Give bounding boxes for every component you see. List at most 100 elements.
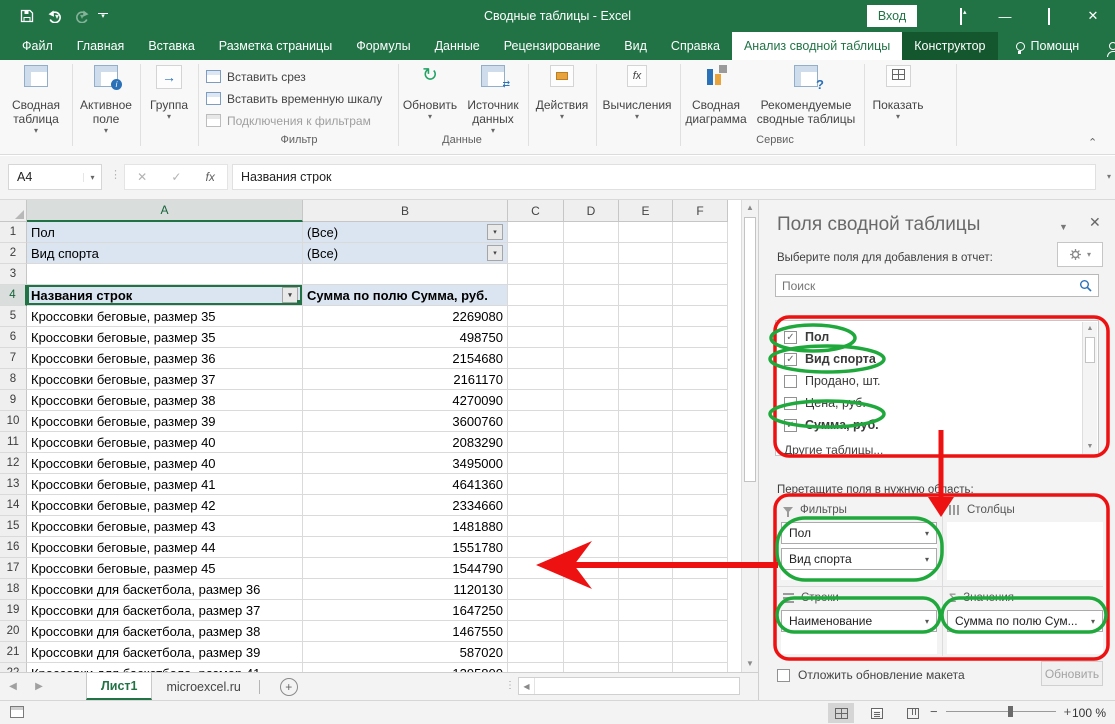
pane-close-icon[interactable]: ✕ bbox=[1089, 214, 1101, 231]
row-header-13[interactable]: 13 bbox=[0, 474, 27, 495]
grid-cell[interactable] bbox=[508, 390, 564, 411]
page-layout-view-button[interactable] bbox=[864, 703, 890, 723]
grid-cell[interactable] bbox=[673, 537, 728, 558]
filter-dropdown-button[interactable]: ▾ bbox=[487, 224, 503, 240]
filters-area[interactable]: Пол▾Вид спорта▾ bbox=[781, 522, 937, 580]
grid-cell[interactable] bbox=[564, 432, 619, 453]
row-header-20[interactable]: 20 bbox=[0, 621, 27, 642]
grid-cell[interactable]: Кроссовки беговые, размер 39 bbox=[27, 411, 303, 432]
grid-cell[interactable] bbox=[508, 222, 564, 243]
field-checkbox[interactable]: ✓ bbox=[784, 353, 797, 366]
grid-cell[interactable]: Кроссовки для баскетбола, размер 41 bbox=[27, 663, 303, 672]
grid-cell[interactable] bbox=[564, 327, 619, 348]
grid-cell[interactable] bbox=[564, 390, 619, 411]
grid-cell[interactable]: 2161170 bbox=[303, 369, 508, 390]
tab-Общий доступ[interactable]: Общий доступ bbox=[1097, 32, 1115, 60]
chevron-down-icon[interactable]: ▾ bbox=[918, 529, 936, 538]
row-header-5[interactable]: 5 bbox=[0, 306, 27, 327]
grid-cell[interactable] bbox=[508, 516, 564, 537]
grid-cell[interactable]: Кроссовки беговые, размер 41 bbox=[27, 474, 303, 495]
column-header-F[interactable]: F bbox=[673, 200, 728, 222]
grid-cell[interactable]: 1551780 bbox=[303, 537, 508, 558]
tab-Данные[interactable]: Данные bbox=[423, 32, 492, 60]
column-header-A[interactable]: A bbox=[27, 200, 303, 222]
grid-cell[interactable]: Кроссовки для баскетбола, размер 39 bbox=[27, 642, 303, 663]
grid-cell[interactable] bbox=[673, 432, 728, 453]
grid-cell[interactable]: Кроссовки беговые, размер 35 bbox=[27, 306, 303, 327]
grid-cell[interactable]: Кроссовки беговые, размер 35 bbox=[27, 327, 303, 348]
cancel-icon[interactable]: ✕ bbox=[137, 170, 147, 184]
grid-cell[interactable] bbox=[564, 621, 619, 642]
tab-Вид[interactable]: Вид bbox=[612, 32, 659, 60]
tab-Справка[interactable]: Справка bbox=[659, 32, 732, 60]
grid-cell[interactable] bbox=[564, 369, 619, 390]
grid-cell[interactable] bbox=[564, 579, 619, 600]
grid-cell[interactable]: Пол bbox=[27, 222, 303, 243]
show-button[interactable]: Показать▾ bbox=[868, 65, 928, 121]
close-button[interactable]: ✕ bbox=[1071, 8, 1115, 24]
grid-cell[interactable] bbox=[673, 621, 728, 642]
grid-cell[interactable] bbox=[303, 264, 508, 285]
grid-cell[interactable] bbox=[564, 411, 619, 432]
save-icon[interactable] bbox=[20, 9, 34, 23]
row-header-1[interactable]: 1 bbox=[0, 222, 27, 243]
rows-area[interactable]: Наименование▾ bbox=[781, 610, 937, 654]
horizontal-scrollbar[interactable]: ◀ bbox=[518, 677, 740, 695]
grid-cell[interactable] bbox=[673, 411, 728, 432]
row-header-16[interactable]: 16 bbox=[0, 537, 27, 558]
grid-cell[interactable] bbox=[508, 474, 564, 495]
grid-cell[interactable] bbox=[508, 348, 564, 369]
grid-cell[interactable] bbox=[508, 600, 564, 621]
grid-cell[interactable]: Кроссовки для баскетбола, размер 38 bbox=[27, 621, 303, 642]
name-box-dropdown-icon[interactable]: ▾ bbox=[83, 173, 101, 182]
grid-cell[interactable]: Кроссовки для баскетбола, размер 37 bbox=[27, 600, 303, 621]
ribbon-display-options-icon[interactable] bbox=[939, 9, 983, 24]
grid-cell[interactable] bbox=[619, 369, 673, 390]
grid-cell[interactable] bbox=[619, 222, 673, 243]
field-checkbox[interactable] bbox=[784, 397, 797, 410]
data-source-button[interactable]: ⇄ Источник данных▾ bbox=[462, 65, 524, 135]
field-item-Сумма, руб.[interactable]: ✓Сумма, руб. bbox=[784, 414, 1098, 436]
grid-cell[interactable]: 4270090 bbox=[303, 390, 508, 411]
grid-cell[interactable]: 2083290 bbox=[303, 432, 508, 453]
grid-cell[interactable]: 2334660 bbox=[303, 495, 508, 516]
field-chip-Наименование[interactable]: Наименование▾ bbox=[781, 610, 937, 632]
grid-cell[interactable] bbox=[564, 348, 619, 369]
grid-cell[interactable] bbox=[673, 390, 728, 411]
row-header-10[interactable]: 10 bbox=[0, 411, 27, 432]
collapse-ribbon-icon[interactable]: ⌃ bbox=[1088, 136, 1097, 149]
grid-cell[interactable]: 1544790 bbox=[303, 558, 508, 579]
grid-cell[interactable] bbox=[508, 243, 564, 264]
selected-cell-A4[interactable]: Названия строк▾ bbox=[27, 285, 303, 306]
grid-cell[interactable] bbox=[673, 495, 728, 516]
row-header-3[interactable]: 3 bbox=[0, 264, 27, 285]
grid-cell[interactable] bbox=[673, 285, 728, 306]
grid-cell[interactable] bbox=[619, 327, 673, 348]
grid-cell[interactable] bbox=[564, 474, 619, 495]
grid-cell[interactable] bbox=[508, 369, 564, 390]
grid-cell[interactable]: (Все)▾ bbox=[303, 222, 508, 243]
column-header-E[interactable]: E bbox=[619, 200, 673, 222]
scroll-left-icon[interactable]: ◀ bbox=[519, 678, 535, 694]
page-break-view-button[interactable] bbox=[900, 703, 926, 723]
grid-cell[interactable] bbox=[619, 474, 673, 495]
grid-cell[interactable] bbox=[508, 285, 564, 306]
field-chip-Сумма по полю Сум...[interactable]: Сумма по полю Сум...▾ bbox=[947, 610, 1103, 632]
sign-in-button[interactable]: Вход bbox=[867, 5, 917, 27]
grid-cell[interactable] bbox=[619, 663, 673, 672]
grid-cell[interactable]: Сумма по полю Сумма, руб. bbox=[303, 285, 508, 306]
column-header-B[interactable]: B bbox=[303, 200, 508, 222]
grid-cell[interactable] bbox=[27, 264, 303, 285]
grid-cell[interactable] bbox=[619, 600, 673, 621]
redo-icon[interactable]: ▾ bbox=[73, 10, 84, 23]
minimize-button[interactable]: — bbox=[983, 9, 1027, 24]
defer-layout-checkbox[interactable] bbox=[777, 669, 790, 682]
grid-cell[interactable]: 1647250 bbox=[303, 600, 508, 621]
row-header-9[interactable]: 9 bbox=[0, 390, 27, 411]
tab-Вставка[interactable]: Вставка bbox=[136, 32, 206, 60]
grid-cell[interactable] bbox=[564, 600, 619, 621]
grid-cell[interactable]: Кроссовки беговые, размер 45 bbox=[27, 558, 303, 579]
grid-cell[interactable] bbox=[619, 411, 673, 432]
chevron-down-icon[interactable]: ▾ bbox=[918, 617, 936, 626]
group-button[interactable]: → Группа▾ bbox=[142, 65, 196, 121]
